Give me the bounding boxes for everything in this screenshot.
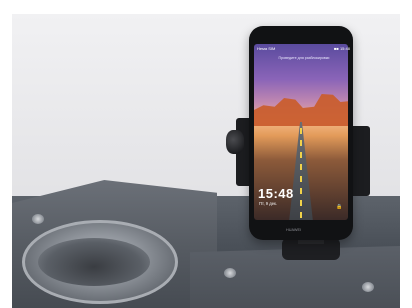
clamp-knob: [226, 130, 244, 154]
status-indicators: ■■ 15:48: [334, 46, 350, 51]
screw-icon: [32, 214, 44, 224]
lockscreen-date: Пт, 9 дек.: [259, 201, 278, 206]
status-carrier: Нема SIM: [257, 46, 276, 51]
screw-icon: [362, 282, 374, 292]
wallpaper-road-line: [300, 128, 302, 220]
metal-cup-inner: [38, 238, 150, 286]
screw-icon: [224, 268, 236, 278]
lock-icon: 🔒: [336, 204, 343, 210]
unlock-hint: Проведите для разблокировки: [278, 56, 330, 60]
phone-brand: HUAWEI: [286, 228, 302, 232]
image-frame: Нема SIM ■■ 15:48 Проведите для разблоки…: [0, 0, 412, 308]
lockscreen-clock: 15:48: [258, 186, 294, 201]
